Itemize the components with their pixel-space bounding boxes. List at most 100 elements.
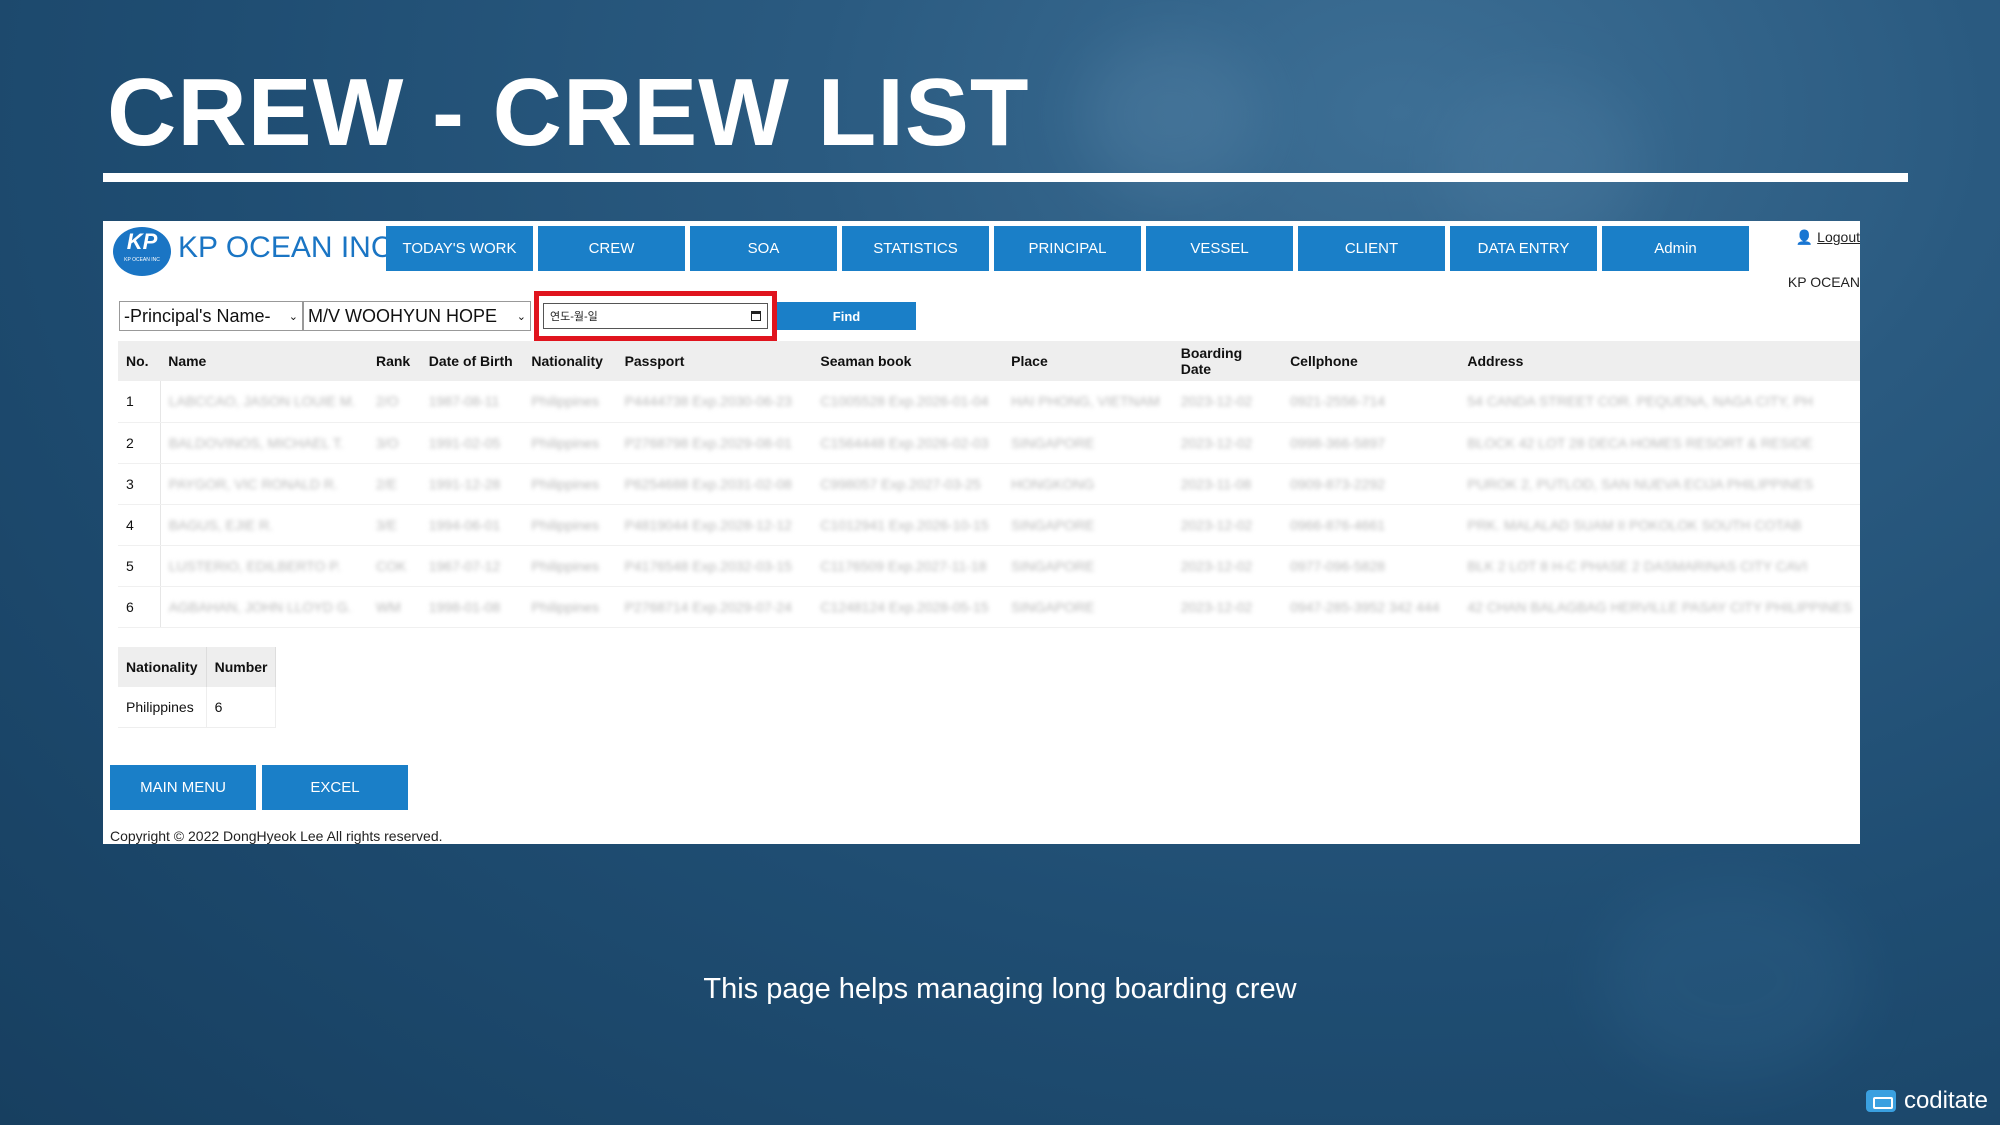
crew-seaman-book: C1176509 Exp.2027-11-18 [812,545,1004,587]
crew-name: BALDOVINOS, MICHAEL T. [160,422,368,464]
crew-seaman-book: C1564448 Exp.2026-02-03 [812,422,1004,464]
column-header[interactable]: Address [1459,341,1860,381]
logout-link[interactable]: Logout [1817,229,1860,245]
crew-rank: 2/E [367,463,421,505]
crew-cellphone: 0909-873-2292 [1282,463,1460,505]
crew-address: PUROK 2, PUTLOD, SAN NUEVA ECIJA PHILIPP… [1459,463,1860,505]
crew-boarding-date: 2023-12-02 [1172,422,1283,464]
crew-name: AGBAHAN, JOHN LLOYD G. [160,586,368,628]
crew-address: BLOCK 42 LOT 28 DECA HOMES RESORT & RESI… [1459,422,1860,464]
row-number: 5 [118,545,161,587]
crew-dob: 1987-08-11 [420,381,524,423]
company-label: KP OCEAN [1787,274,1860,290]
row-number: 6 [118,586,161,628]
vessel-select[interactable]: M/V WOOHYUN HOPE ⌄ [303,301,531,331]
nav-todays-work[interactable]: TODAY'S WORK [386,226,533,271]
column-header[interactable]: Place [1003,341,1173,381]
crew-address: PRK. MALALAD SUAM II POKOLOK SOUTH COTAB [1459,504,1860,546]
watermark: coditate [1865,1087,1988,1115]
crew-rank: 3/O [367,422,421,464]
column-header[interactable]: Rank [367,341,421,381]
count-cell: 6 [206,687,277,728]
column-header[interactable]: Name [160,341,368,381]
find-button[interactable]: Find [777,302,916,330]
table-row[interactable]: 3 PAYGOR, VIC RONALD R. 2/E 1991-12-28 P… [118,463,1860,505]
crew-rank: 3/E [367,504,421,546]
nav-vessel[interactable]: VESSEL [1146,226,1293,271]
crew-boarding-date: 2023-12-02 [1172,504,1283,546]
crew-place: SINGAPORE [1003,545,1173,587]
column-header[interactable]: Seaman book [812,341,1004,381]
nav-statistics[interactable]: STATISTICS [842,226,989,271]
crew-passport: P4176548 Exp.2032-03-15 [616,545,813,587]
nav-soa[interactable]: SOA [690,226,837,271]
crew-table: No. Name Rank Date of Birth Nationality … [118,341,1860,628]
crew-name: LUSTERIO, EDILBERTO P. [160,545,368,587]
nav-crew[interactable]: CREW [538,226,685,271]
crew-passport: P2768798 Exp.2029-08-01 [616,422,813,464]
principal-select-value: -Principal's Name- [124,305,271,326]
crew-nationality: Philippines [523,545,617,587]
crew-seaman-book: C1248124 Exp.2028-05-15 [812,586,1004,628]
crew-nationality: Philippines [523,422,617,464]
crew-name: LABCCAO, JASON LOUIE M. [160,381,368,423]
table-row[interactable]: 5 LUSTERIO, EDILBERTO P. COK 1967-07-12 … [118,545,1860,587]
column-header[interactable]: Cellphone [1282,341,1460,381]
nav-admin[interactable]: Admin [1602,226,1749,271]
row-number: 1 [118,381,161,423]
watermark-text: coditate [1903,1087,1988,1114]
principal-select[interactable]: -Principal's Name- ⌄ [119,301,303,331]
crew-passport: P6254688 Exp.2031-02-08 [616,463,813,505]
crew-cellphone: 0947-285-3952 342 444 [1282,586,1460,628]
crew-passport: P4444738 Exp.2030-06-23 [616,381,813,423]
crew-nationality: Philippines [523,586,617,628]
excel-button[interactable]: EXCEL [262,765,408,810]
coditate-logo-icon [1865,1090,1896,1112]
column-header[interactable]: Passport [616,341,813,381]
crew-passport: P2768714 Exp.2029-07-24 [616,586,813,628]
table-row[interactable]: 2 BALDOVINOS, MICHAEL T. 3/O 1991-02-05 … [118,422,1860,464]
table-row[interactable]: 1 LABCCAO, JASON LOUIE M. 2/O 1987-08-11… [118,381,1860,423]
brand-name[interactable]: KP OCEAN INC [178,231,393,265]
action-bar: MAIN MENU EXCEL [110,765,408,810]
column-header[interactable]: Date of Birth [420,341,524,381]
row-number: 4 [118,504,161,546]
table-row[interactable]: 4 BAGUS, EJIE R. 3/E 1994-06-01 Philippi… [118,504,1860,546]
main-menu-button[interactable]: MAIN MENU [110,765,256,810]
crew-rank: COK [367,545,421,587]
nav-data-entry[interactable]: DATA ENTRY [1450,226,1597,271]
column-header[interactable]: Nationality [523,341,617,381]
row-number: 2 [118,422,161,464]
column-header: Nationality [118,647,207,687]
crew-dob: 1994-06-01 [420,504,524,546]
main-nav: TODAY'S WORK CREW SOA STATISTICS PRINCIP… [386,226,1749,271]
crew-cellphone: 0977-096-5828 [1282,545,1460,587]
date-highlight-box: 연도-월-일 [534,291,777,341]
chevron-down-icon: ⌄ [516,310,526,323]
crew-cellphone: 0921-2556-714 [1282,381,1460,423]
date-input[interactable]: 연도-월-일 [543,303,768,329]
crew-address: BLK 2 LOT 8 H-C PHASE 2 DASMARINAS CITY … [1459,545,1860,587]
nav-principal[interactable]: PRINCIPAL [994,226,1141,271]
crew-name: PAYGOR, VIC RONALD R. [160,463,368,505]
table-row[interactable]: 6 AGBAHAN, JOHN LLOYD G. WM 1998-01-08 P… [118,586,1860,628]
table-row: Philippines 6 [118,687,277,728]
crew-place: SINGAPORE [1003,504,1173,546]
column-header[interactable]: Boarding Date [1172,341,1283,381]
crew-place: SINGAPORE [1003,586,1173,628]
crew-dob: 1998-01-08 [420,586,524,628]
date-placeholder: 연도-월-일 [550,311,598,323]
slide-title: CREW - CREW LIST [107,59,1030,166]
crew-nationality: Philippines [523,463,617,505]
crew-nationality: Philippines [523,381,617,423]
user-icon: 👤 [1795,229,1814,245]
crew-seaman-book: C998057 Exp.2027-03-25 [812,463,1004,505]
crew-seaman-book: C1012941 Exp.2026-10-15 [812,504,1004,546]
crew-place: HONGKONG [1003,463,1173,505]
filter-bar: -Principal's Name- ⌄ M/V WOOHYUN HOPE ⌄ … [119,291,916,341]
crew-rank: 2/O [367,381,421,423]
column-header[interactable]: No. [118,341,161,381]
crew-name: BAGUS, EJIE R. [160,504,368,546]
nav-client[interactable]: CLIENT [1298,226,1445,271]
calendar-icon[interactable] [751,311,761,321]
